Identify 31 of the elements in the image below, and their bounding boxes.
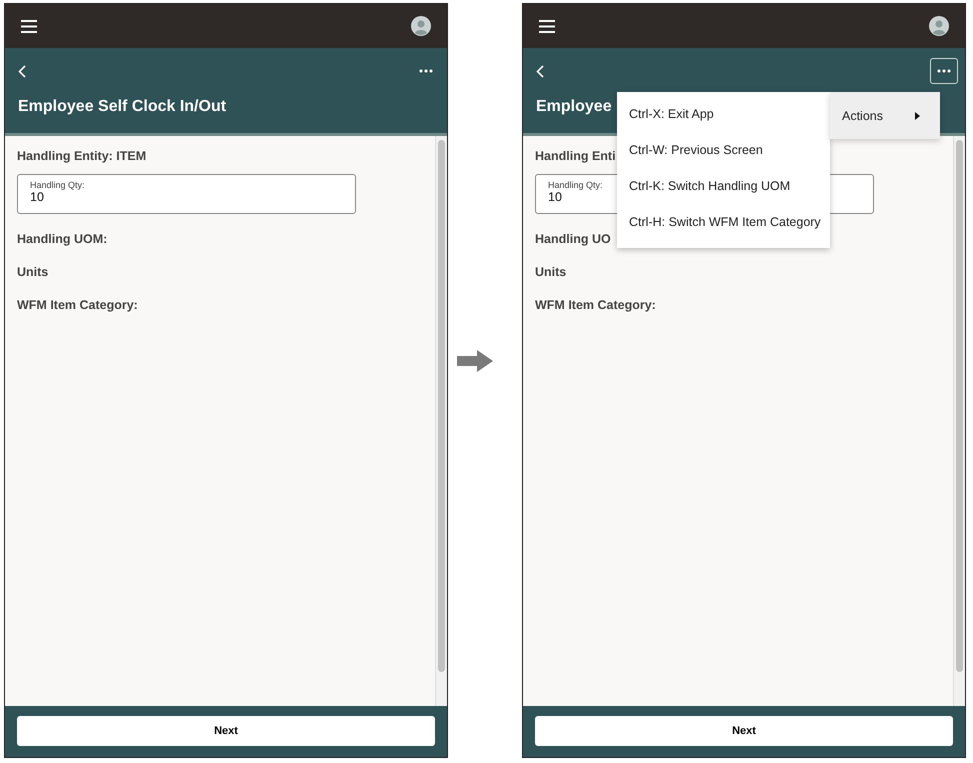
field-label: Units [17,264,48,281]
avatar-icon[interactable] [929,16,949,36]
back-icon[interactable] [18,64,26,78]
field-label: Handling Entity: ITEM [17,148,146,165]
scrollbar[interactable] [438,140,445,672]
next-button[interactable]: Next [535,716,953,746]
page-title: Employee [536,98,612,116]
actions-menu-item[interactable]: Actions [830,92,940,139]
field-label: Units [535,264,566,281]
next-button[interactable]: Next [17,716,435,746]
field-label: WFM Item Category: [535,297,656,314]
page-title: Employee Self Clock In/Out [18,98,226,116]
field-label: Handling Enti [535,148,616,165]
field-label: WFM Item Category: [17,297,138,314]
more-button[interactable] [930,58,958,84]
menu-item[interactable]: Ctrl-H: Switch WFM Item Category [617,206,830,242]
menu-item[interactable]: Ctrl-X: Exit App [617,98,830,134]
menu-icon[interactable] [21,20,37,32]
field-label: Handling UOM: [17,231,108,248]
more-icon [937,69,951,73]
menu-item[interactable]: Ctrl-W: Previous Screen [617,134,830,170]
arrow-icon [457,350,493,372]
more-icon [419,69,433,73]
menu-icon[interactable] [539,20,555,32]
menu-item[interactable]: Ctrl-K: Switch Handling UOM [617,170,830,206]
scrollbar[interactable] [956,140,963,672]
input-field[interactable]: Handling Qty: 10 [17,174,356,214]
caret-icon [915,112,920,120]
avatar-icon[interactable] [411,16,431,36]
back-icon[interactable] [536,64,544,78]
field-label: Handling UO [535,231,611,248]
